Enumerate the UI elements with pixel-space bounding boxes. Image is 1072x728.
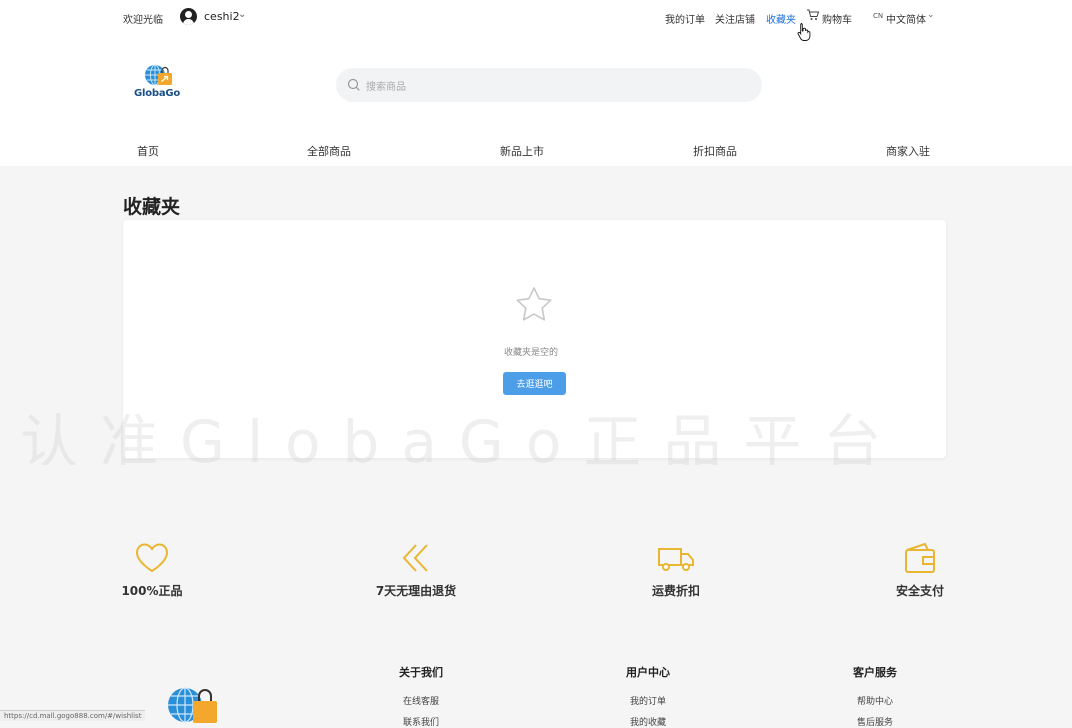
feature-authentic: 100%正品 bbox=[72, 540, 232, 599]
watermark: 认准GlobaGo正品平台 bbox=[20, 408, 904, 465]
lang-badge: CN bbox=[873, 12, 884, 20]
logo-text: GlobaGo bbox=[134, 88, 181, 99]
footer-col-about: 关于我们 在线客服 联系我们 bbox=[361, 664, 481, 728]
my-orders-link[interactable]: 我的订单 bbox=[665, 11, 705, 26]
nav-new-arrivals[interactable]: 新品上市 bbox=[500, 143, 544, 159]
double-chevron-left-icon bbox=[402, 544, 428, 572]
followed-stores-link[interactable]: 关注店铺 bbox=[715, 11, 755, 26]
feature-payment: 安全支付 bbox=[840, 540, 1000, 599]
star-icon bbox=[516, 287, 552, 321]
footer-heading: 客户服务 bbox=[853, 666, 897, 679]
footer-link[interactable]: 在线客服 bbox=[361, 694, 481, 707]
footer-link[interactable]: 帮助中心 bbox=[815, 694, 935, 707]
search-input[interactable]: 搜索商品 bbox=[366, 78, 406, 93]
language-chevron-icon[interactable]: ⌄ bbox=[927, 10, 935, 20]
feature-returns: 7天无理由退货 bbox=[336, 540, 496, 599]
footer-link[interactable]: 我的收藏 bbox=[588, 715, 708, 728]
footer-heading: 用户中心 bbox=[626, 666, 670, 679]
status-bar-url: https://cd.mall.gogo888.com/#/wishlist bbox=[0, 710, 146, 721]
favorites-link[interactable]: 收藏夹 bbox=[766, 11, 796, 26]
chevron-down-icon[interactable]: ⌄ bbox=[238, 9, 246, 20]
footer-link[interactable]: 联系我们 bbox=[361, 715, 481, 728]
user-avatar-icon[interactable] bbox=[180, 8, 197, 25]
nav-discounts[interactable]: 折扣商品 bbox=[693, 143, 737, 159]
footer-link[interactable]: 售后服务 bbox=[815, 715, 935, 728]
nav-all-products[interactable]: 全部商品 bbox=[307, 143, 351, 159]
search-icon[interactable] bbox=[347, 78, 361, 92]
feature-label: 100%正品 bbox=[121, 584, 183, 598]
top-bar: 欢迎光临 ceshi2 ⌄ 我的订单 关注店铺 收藏夹 购物车 CN 中文简体 … bbox=[0, 0, 1072, 34]
hand-cursor-icon bbox=[797, 23, 811, 41]
nav-merchant-join[interactable]: 商家入驻 bbox=[886, 143, 930, 159]
heart-icon bbox=[135, 543, 169, 573]
nav-home[interactable]: 首页 bbox=[137, 143, 159, 159]
cart-icon[interactable] bbox=[806, 8, 820, 22]
feature-label: 7天无理由退货 bbox=[375, 584, 457, 598]
feature-label: 运费折扣 bbox=[651, 584, 700, 598]
language-select[interactable]: 中文简体 bbox=[886, 11, 926, 26]
go-shopping-button[interactable]: 去逛逛吧 bbox=[503, 372, 566, 395]
footer-col-customer-service: 客户服务 帮助中心 售后服务 bbox=[815, 664, 935, 728]
page-title: 收藏夹 bbox=[123, 196, 181, 218]
truck-icon bbox=[658, 548, 694, 571]
cart-link[interactable]: 购物车 bbox=[822, 11, 852, 26]
wallet-icon bbox=[905, 542, 935, 573]
username[interactable]: ceshi2 bbox=[204, 10, 240, 23]
footer-link[interactable]: 我的订单 bbox=[588, 694, 708, 707]
empty-favorites-text: 收藏夹是空的 bbox=[504, 348, 559, 358]
globe-bag-logo-icon bbox=[168, 687, 217, 723]
footer-heading: 关于我们 bbox=[399, 666, 443, 679]
feature-label: 安全支付 bbox=[895, 584, 944, 598]
footer-col-user-center: 用户中心 我的订单 我的收藏 bbox=[588, 664, 708, 728]
welcome-text: 欢迎光临 bbox=[123, 15, 163, 26]
feature-shipping: 运费折扣 bbox=[596, 540, 756, 599]
